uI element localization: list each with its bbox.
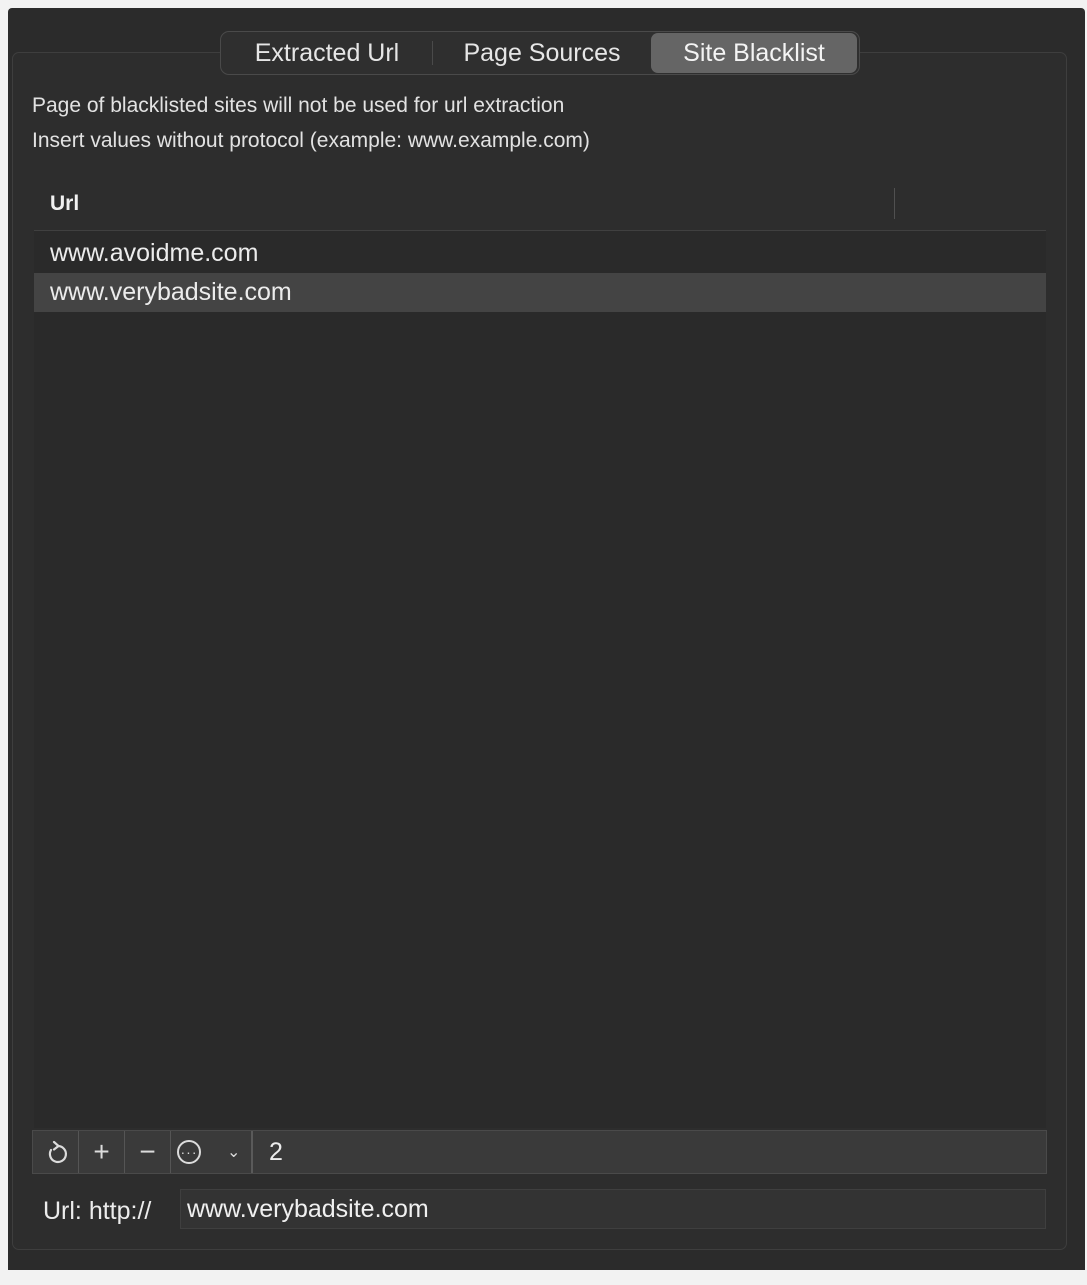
add-button[interactable]: + — [79, 1131, 125, 1173]
table-row-selected[interactable]: www.verybadsite.com — [34, 273, 1046, 312]
segmented-tab-control: Extracted Url Page Sources Site Blacklis… — [220, 31, 860, 75]
row-count: 2 — [269, 1137, 283, 1166]
table-toolbar: + − ··· ⌄ 2 — [32, 1130, 1047, 1174]
minus-icon: − — [139, 1136, 156, 1167]
info-text-line2: Insert values without protocol (example:… — [32, 129, 590, 152]
table-row[interactable]: www.avoidme.com — [34, 234, 1046, 273]
url-field-label: Url: http:// — [43, 1197, 152, 1225]
plus-icon: + — [93, 1136, 110, 1167]
remove-button[interactable]: − — [125, 1131, 171, 1173]
ellipsis-circle-icon: ··· — [177, 1140, 201, 1164]
more-actions-button[interactable]: ··· ⌄ — [171, 1131, 253, 1173]
url-input[interactable] — [180, 1189, 1046, 1229]
table-header: Url — [34, 176, 1046, 231]
chevron-down-icon: ⌄ — [227, 1144, 241, 1161]
column-divider[interactable] — [894, 188, 895, 219]
refresh-icon — [48, 1140, 67, 1164]
tab-extracted-url[interactable]: Extracted Url — [222, 33, 432, 73]
info-text-line1: Page of blacklisted sites will not be us… — [32, 94, 565, 117]
tab-page-sources[interactable]: Page Sources — [433, 33, 651, 73]
tab-site-blacklist[interactable]: Site Blacklist — [651, 33, 857, 73]
blacklist-table[interactable]: Url www.avoidme.com www.verybadsite.com — [34, 176, 1046, 1128]
refresh-button[interactable] — [33, 1131, 79, 1173]
column-header-url[interactable]: Url — [50, 192, 79, 216]
